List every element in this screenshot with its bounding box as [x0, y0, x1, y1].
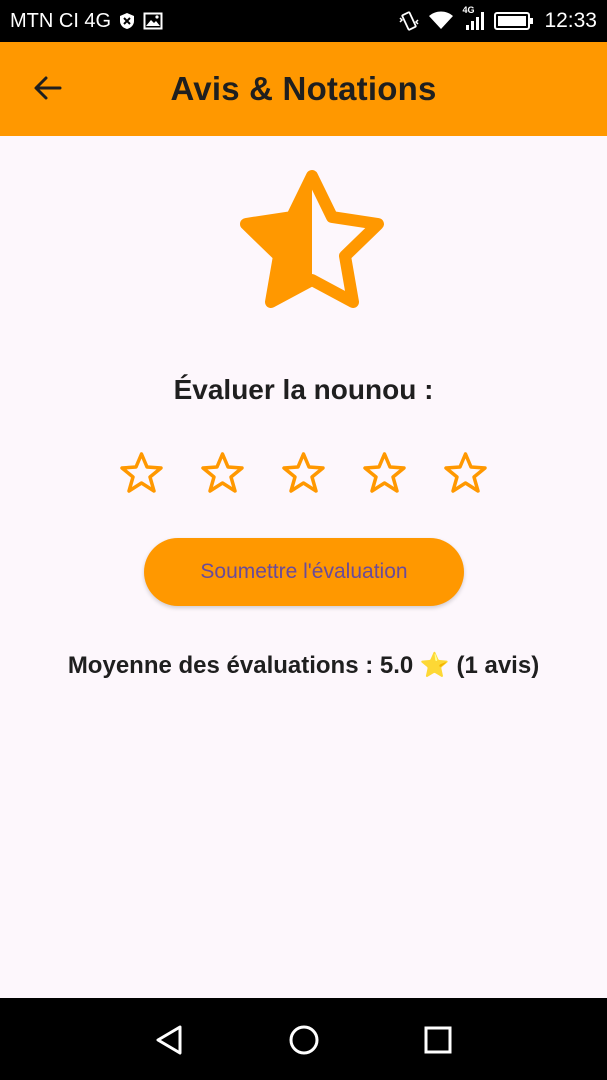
carrier-label: MTN CI 4G	[10, 9, 112, 32]
rating-star-2[interactable]	[199, 450, 246, 497]
wifi-icon	[428, 11, 454, 31]
star-half-icon	[240, 170, 384, 308]
shield-x-icon	[119, 12, 135, 30]
status-right: 4G 12:33	[398, 5, 597, 33]
submit-rating-button[interactable]: Soumettre l'évaluation	[144, 538, 464, 606]
back-triangle-icon[interactable]	[152, 1022, 188, 1058]
rating-star-3[interactable]	[280, 450, 327, 497]
rating-star-1[interactable]	[118, 450, 165, 497]
arrow-left-icon	[34, 76, 62, 100]
rate-label: Évaluer la nounou :	[173, 374, 434, 405]
average-rating-text: Moyenne des évaluations : 5.0 ⭐ (1 avis)	[67, 652, 540, 679]
recent-square-icon[interactable]	[420, 1022, 456, 1058]
status-left: MTN CI 4G	[10, 10, 163, 33]
status-bar: MTN CI 4G 4G 12:33	[0, 0, 607, 42]
page-title: Avis & Notations	[170, 70, 437, 107]
home-circle-icon[interactable]	[286, 1022, 322, 1058]
rating-stars	[0, 450, 607, 497]
screen: MTN CI 4G 4G 12:33 Avis & Notations Éval…	[0, 0, 607, 1080]
nav-bar	[0, 998, 607, 1080]
battery-icon	[494, 11, 534, 31]
signal-icon: 4G	[462, 5, 486, 31]
main-content: Évaluer la nounou : Soumettre l'évaluati…	[0, 136, 607, 998]
rating-star-4[interactable]	[361, 450, 408, 497]
image-icon	[143, 12, 163, 30]
clock: 12:33	[544, 9, 597, 32]
network-badge: 4G	[462, 5, 475, 15]
back-button[interactable]	[24, 64, 72, 112]
rating-star-5[interactable]	[442, 450, 489, 497]
vibrate-icon	[398, 10, 420, 32]
app-bar: Avis & Notations	[0, 42, 607, 136]
